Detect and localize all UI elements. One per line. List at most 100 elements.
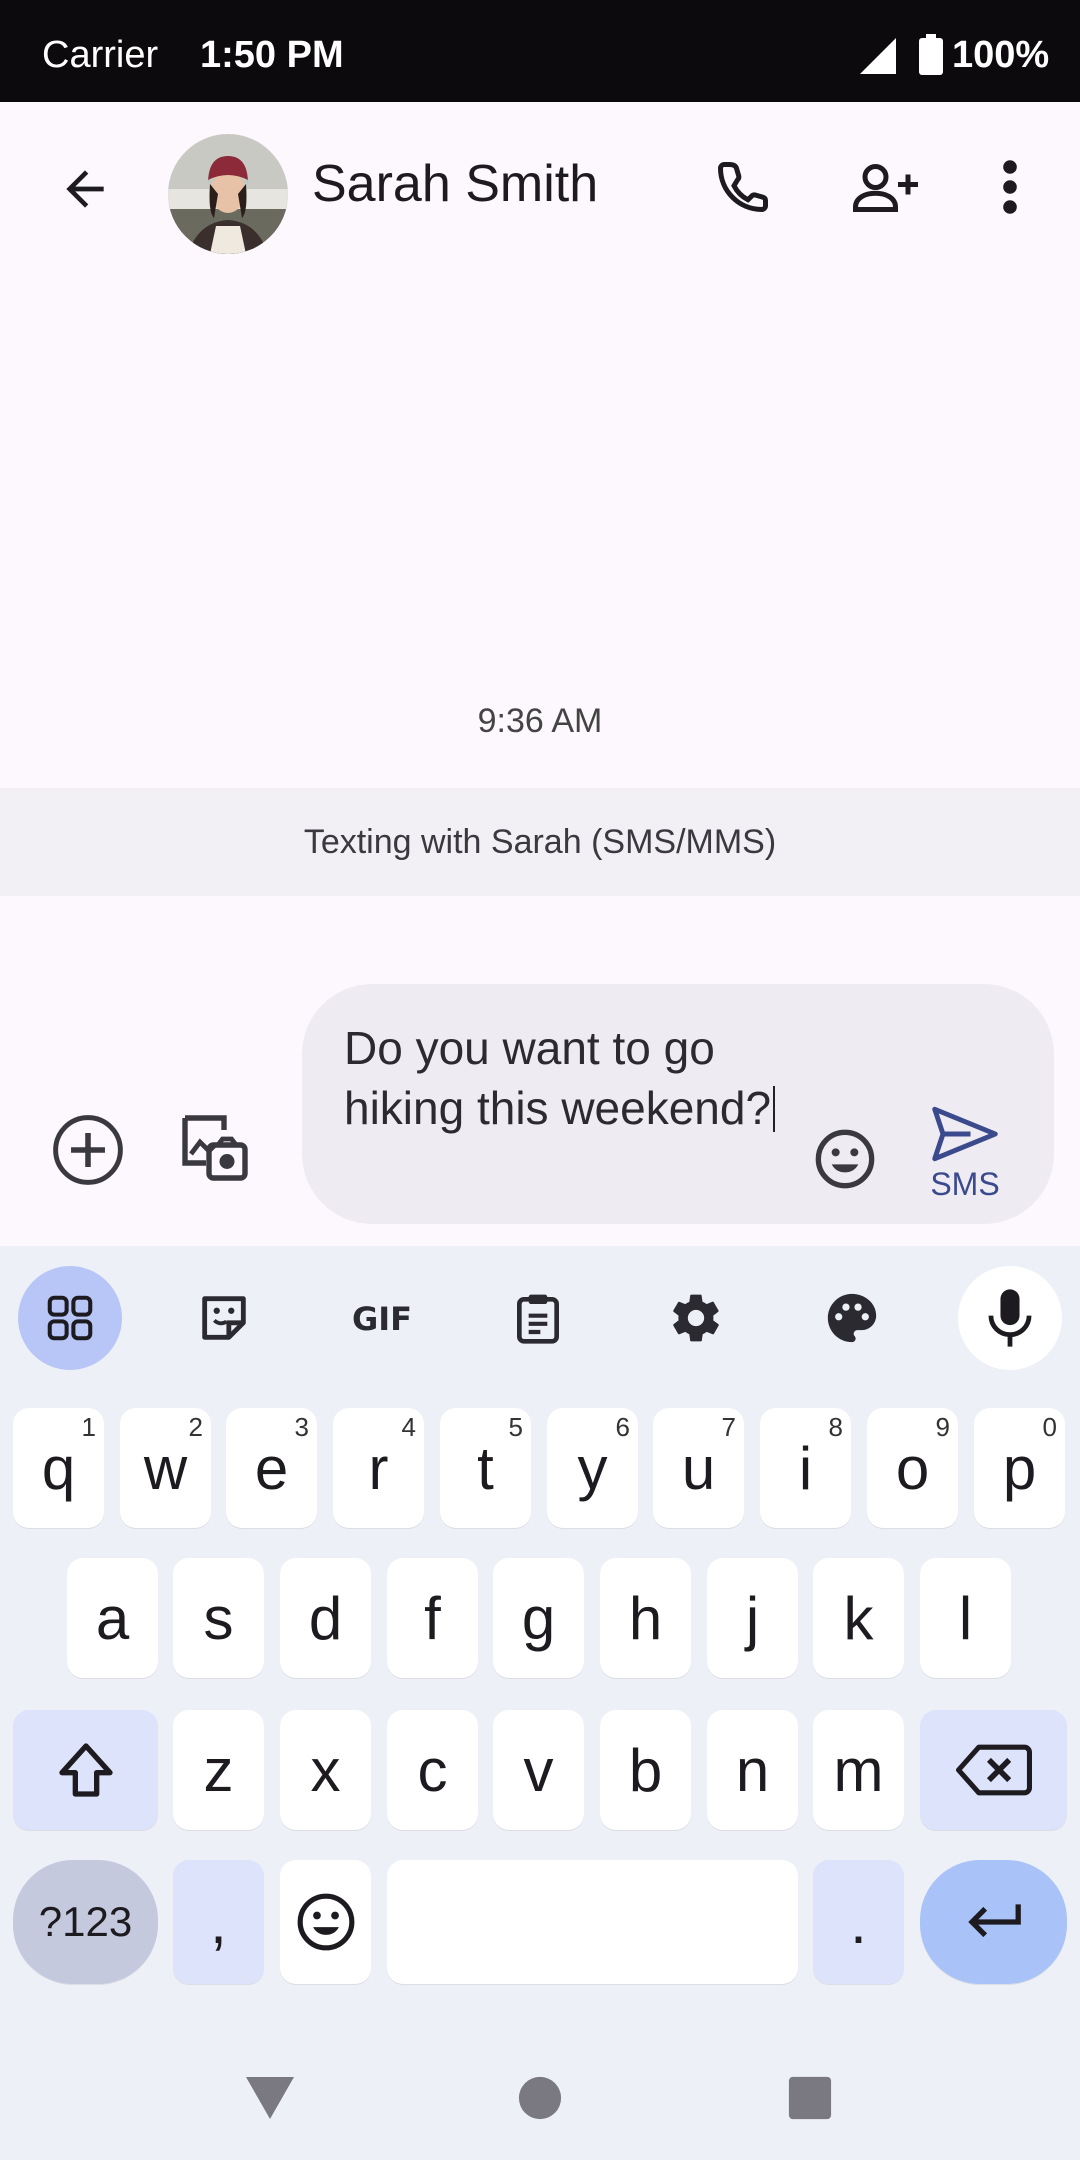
symbols-label: ?123 — [38, 1898, 133, 1945]
banner-text: Texting with Sarah (SMS/MMS) — [303, 822, 777, 861]
text-cursor — [773, 1086, 776, 1132]
key-p[interactable]: p0 — [974, 1408, 1065, 1528]
key-s[interactable]: s — [173, 1558, 264, 1678]
on-screen-keyboard: GIF q1 w2 e3 r4 t5 y6 u7 i8 o9 p0 a s d … — [0, 1246, 1080, 2160]
microphone-icon[interactable] — [958, 1266, 1062, 1370]
key-n[interactable]: n — [707, 1710, 798, 1830]
enter-key[interactable] — [920, 1860, 1067, 1984]
svg-text:GIF: GIF — [352, 1300, 412, 1338]
key-label: j — [745, 1584, 760, 1652]
signal-icon — [858, 36, 898, 81]
key-hint: 9 — [935, 1412, 950, 1442]
enter-arrow-icon — [967, 1904, 1021, 1938]
key-z[interactable]: z — [173, 1710, 264, 1830]
key-label: s — [203, 1584, 234, 1652]
key-i[interactable]: i8 — [760, 1408, 851, 1528]
palette-theme-icon[interactable] — [800, 1266, 904, 1370]
key-hint: 7 — [721, 1412, 736, 1442]
emoji-icon — [297, 1893, 354, 1951]
nav-back-icon[interactable] — [240, 2068, 300, 2128]
key-q[interactable]: q1 — [13, 1408, 104, 1528]
key-label: p — [1002, 1434, 1037, 1502]
key-f[interactable]: f — [387, 1558, 478, 1678]
nav-home-icon[interactable] — [510, 2068, 570, 2128]
gallery-camera-icon[interactable] — [170, 1106, 254, 1190]
key-h[interactable]: h — [600, 1558, 691, 1678]
add-person-icon[interactable] — [848, 152, 928, 222]
key-a[interactable]: a — [67, 1558, 158, 1678]
key-label: v — [523, 1736, 554, 1804]
symbols-key[interactable]: ?123 — [13, 1860, 158, 1984]
key-x[interactable]: x — [280, 1710, 371, 1830]
key-e[interactable]: e3 — [226, 1408, 317, 1528]
contact-name[interactable]: Sarah Smith — [312, 154, 598, 214]
apps-grid-icon[interactable] — [18, 1266, 122, 1370]
avatar[interactable] — [168, 134, 288, 254]
space-bar[interactable] — [387, 1860, 798, 1984]
settings-gear-icon[interactable] — [644, 1266, 748, 1370]
key-b[interactable]: b — [600, 1710, 691, 1830]
add-attachment-icon[interactable] — [48, 1110, 128, 1190]
shift-key[interactable] — [13, 1710, 158, 1830]
key-label: d — [308, 1584, 343, 1652]
key-label: b — [628, 1736, 663, 1804]
key-c[interactable]: c — [387, 1710, 478, 1830]
shift-arrow-icon — [58, 1743, 113, 1797]
message-timestamp: 9:36 AM — [477, 702, 603, 740]
comma-label: , — [210, 1888, 227, 1956]
carrier-label: Carrier — [42, 34, 159, 76]
period-key[interactable]: . — [813, 1860, 904, 1984]
key-k[interactable]: k — [813, 1558, 904, 1678]
conversation-app-bar: Sarah Smith — [0, 102, 1080, 272]
compose-text-area[interactable]: Do you want to go hiking this weekend? — [344, 1018, 784, 1138]
emoji-icon[interactable] — [810, 1124, 880, 1194]
key-label: h — [628, 1584, 663, 1652]
send-icon — [932, 1106, 998, 1162]
key-u[interactable]: u7 — [653, 1408, 744, 1528]
emoji-key[interactable] — [280, 1860, 371, 1984]
key-label: e — [254, 1434, 289, 1502]
battery-percent: 100% — [952, 34, 1050, 76]
key-hint: 8 — [828, 1412, 843, 1442]
key-label: y — [577, 1434, 608, 1502]
key-w[interactable]: w2 — [120, 1408, 211, 1528]
key-label: c — [417, 1736, 448, 1804]
key-label: x — [310, 1736, 341, 1804]
keyboard-toolbar: GIF — [0, 1246, 1080, 1390]
clipboard-icon[interactable] — [486, 1266, 590, 1370]
key-label: m — [833, 1736, 884, 1804]
key-d[interactable]: d — [280, 1558, 371, 1678]
send-sms-button[interactable]: SMS — [922, 1106, 1008, 1202]
phone-icon[interactable] — [708, 152, 778, 222]
key-label: l — [958, 1584, 973, 1652]
sticker-icon[interactable] — [172, 1266, 276, 1370]
key-hint: 5 — [508, 1412, 523, 1442]
key-hint: 2 — [188, 1412, 203, 1442]
key-label: n — [735, 1736, 770, 1804]
key-label: t — [477, 1434, 494, 1502]
key-hint: 4 — [401, 1412, 416, 1442]
key-hint: 6 — [615, 1412, 630, 1442]
period-label: . — [850, 1888, 867, 1956]
comma-key[interactable]: , — [173, 1860, 264, 1984]
key-r[interactable]: r4 — [333, 1408, 424, 1528]
message-compose-field[interactable]: Do you want to go hiking this weekend? S… — [302, 984, 1054, 1224]
key-hint: 0 — [1042, 1412, 1057, 1442]
key-m[interactable]: m — [813, 1710, 904, 1830]
key-j[interactable]: j — [707, 1558, 798, 1678]
backspace-key[interactable] — [920, 1710, 1067, 1830]
back-arrow-icon[interactable] — [50, 154, 120, 224]
key-label: u — [681, 1434, 716, 1502]
key-v[interactable]: v — [493, 1710, 584, 1830]
key-y[interactable]: y6 — [547, 1408, 638, 1528]
conversation-type-banner: Texting with Sarah (SMS/MMS) — [0, 788, 1080, 896]
key-o[interactable]: o9 — [867, 1408, 958, 1528]
key-l[interactable]: l — [920, 1558, 1011, 1678]
key-g[interactable]: g — [493, 1558, 584, 1678]
key-t[interactable]: t5 — [440, 1408, 531, 1528]
nav-recents-icon[interactable] — [780, 2068, 840, 2128]
key-label: q — [41, 1434, 76, 1502]
more-vert-icon[interactable] — [990, 152, 1030, 222]
key-hint: 1 — [81, 1412, 96, 1442]
gif-icon[interactable]: GIF — [330, 1266, 434, 1370]
